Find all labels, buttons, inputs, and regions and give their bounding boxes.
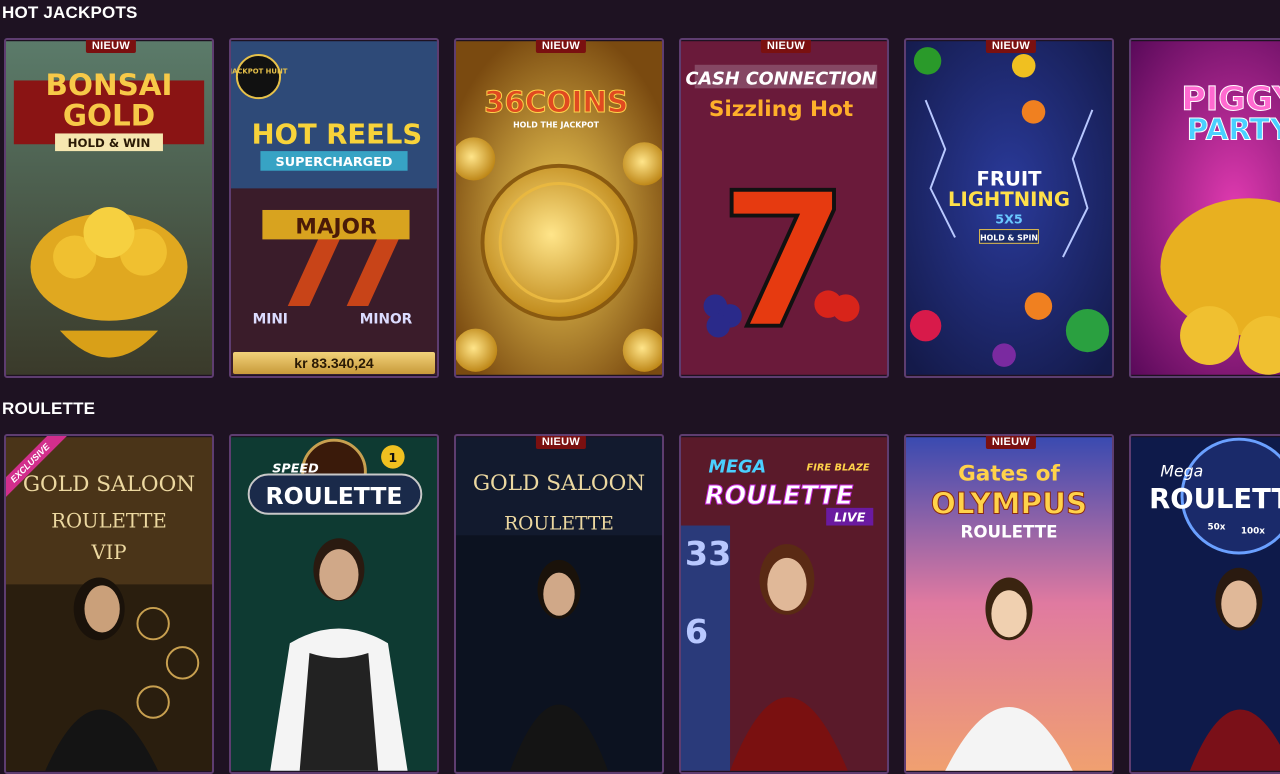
game-title-line: ROULETTE xyxy=(961,522,1058,541)
multiplier-label: 50x xyxy=(1208,522,1226,532)
game-card-bonsai-gold[interactable]: BONSAI GOLD HOLD & WIN NIEUW xyxy=(4,38,214,378)
game-subtitle: HOLD THE JACKPOT xyxy=(513,121,600,130)
section-title-roulette: ROULETTE xyxy=(2,399,96,418)
game-card-gates-of-olympus-roulette[interactable]: Gates of OLYMPUS ROULETTE NIEUW xyxy=(904,434,1114,774)
game-art: Mega ROULETTE 50x 100x xyxy=(1131,436,1280,772)
game-art: PIGGY PARTY xyxy=(1131,40,1280,376)
game-title-line: Gates of xyxy=(958,461,1060,486)
game-art: GOLD SALOON ROULETTE xyxy=(456,436,662,772)
svg-text:33: 33 xyxy=(685,534,731,573)
game-subtitle: Sizzling Hot xyxy=(709,97,853,122)
new-badge: NIEUW xyxy=(535,436,587,449)
jackpot-hunt-logo: JACKPOT HUNT xyxy=(231,68,288,76)
game-title-line: Mega xyxy=(1160,461,1203,480)
new-badge: NIEUW xyxy=(985,436,1037,449)
game-title-line: 36COINS xyxy=(484,85,628,119)
game-art: Gates of OLYMPUS ROULETTE xyxy=(906,436,1112,772)
svg-text:7: 7 xyxy=(719,153,849,370)
game-art: 36COINS HOLD THE JACKPOT xyxy=(456,40,662,376)
game-art: BONSAI GOLD HOLD & WIN xyxy=(6,40,212,376)
live-tag: LIVE xyxy=(834,511,866,526)
game-title-line: ROULETTE xyxy=(51,509,167,532)
svg-text:6: 6 xyxy=(685,612,708,651)
game-art: JACKPOT HUNT HOT REELS SUPERCHARGED 7 7 … xyxy=(231,40,437,376)
new-badge: NIEUW xyxy=(760,40,812,53)
game-subtitle: SUPERCHARGED xyxy=(276,155,393,170)
game-title-line: GOLD SALOON xyxy=(23,472,195,497)
table-number: 1 xyxy=(388,451,397,466)
game-card-gold-saloon-vip[interactable]: GOLD SALOON ROULETTE VIP EXCLUSIVE xyxy=(4,434,214,774)
game-art: GOLD SALOON ROULETTE VIP xyxy=(6,436,212,772)
game-subtitle: HOLD & WIN xyxy=(68,136,151,150)
game-title-line: ROULETTE xyxy=(504,513,614,534)
multiplier-label: 100x xyxy=(1241,526,1265,536)
game-card-hot-reels[interactable]: JACKPOT HUNT HOT REELS SUPERCHARGED 7 7 … xyxy=(229,38,439,378)
game-subtitle: 5X5 xyxy=(995,213,1023,228)
game-title-line: ROULETTE xyxy=(705,481,854,511)
game-art: SPEED ROULETTE 1 xyxy=(231,436,437,772)
game-title-line: SPEED xyxy=(272,462,319,477)
game-tag: HOLD & SPIN xyxy=(980,233,1038,242)
game-title-line: PARTY xyxy=(1187,112,1280,146)
game-title-line: LIGHTNING xyxy=(948,188,1070,211)
new-badge: NIEUW xyxy=(535,40,587,53)
game-title-line: HOT REELS xyxy=(252,119,423,150)
game-card-piggy-party[interactable]: PIGGY PARTY xyxy=(1129,38,1280,378)
game-title-line: GOLD SALOON xyxy=(473,471,645,496)
new-badge: NIEUW xyxy=(85,40,137,53)
game-title-line: GOLD xyxy=(63,99,155,133)
game-title-line: OLYMPUS xyxy=(931,487,1087,521)
jackpot-minor-label: MINOR xyxy=(360,312,413,328)
game-title-line: ROULETTE xyxy=(265,482,402,510)
game-card-mega-fire-blaze-roulette[interactable]: 33 6 MEGA FIRE BLAZE ROULETTE LIVE xyxy=(679,434,889,774)
game-art: FRUIT LIGHTNING 5X5 HOLD & SPIN xyxy=(906,40,1112,376)
game-card-gold-saloon[interactable]: GOLD SALOON ROULETTE NIEUW xyxy=(454,434,664,774)
game-title-line: FRUIT xyxy=(976,167,1042,190)
game-title-line: FIRE BLAZE xyxy=(807,463,870,474)
game-title-line: CASH CONNECTION xyxy=(686,69,877,89)
new-badge: NIEUW xyxy=(985,40,1037,53)
game-card-mega-roulette[interactable]: Mega ROULETTE 50x 100x xyxy=(1129,434,1280,774)
game-title-line: ROULETTE xyxy=(1149,484,1280,515)
game-card-36-coins[interactable]: 36COINS HOLD THE JACKPOT NIEUW xyxy=(454,38,664,378)
jackpot-amount: kr 83.340,24 xyxy=(233,352,435,374)
game-card-cash-connection[interactable]: CASH CONNECTION Sizzling Hot 7 NIEUW xyxy=(679,38,889,378)
game-art: 33 6 MEGA FIRE BLAZE ROULETTE LIVE xyxy=(681,436,887,772)
game-art: CASH CONNECTION Sizzling Hot 7 xyxy=(681,40,887,376)
jackpot-major-label: MAJOR xyxy=(295,215,377,240)
game-title-line: VIP xyxy=(90,541,126,564)
section-title-hot-jackpots: HOT JACKPOTS xyxy=(2,3,138,22)
game-card-speed-roulette[interactable]: SPEED ROULETTE 1 xyxy=(229,434,439,774)
game-title-line: MEGA xyxy=(708,458,766,478)
jackpot-mini-label: MINI xyxy=(253,312,288,328)
game-title-line: BONSAI xyxy=(46,68,173,102)
game-card-fruit-lightning[interactable]: FRUIT LIGHTNING 5X5 HOLD & SPIN NIEUW xyxy=(904,38,1114,378)
